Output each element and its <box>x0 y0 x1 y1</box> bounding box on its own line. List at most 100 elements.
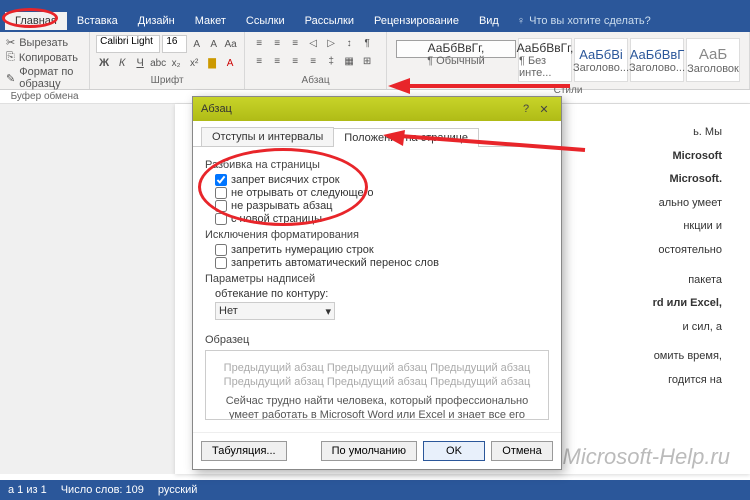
doc-text: остоятельно <box>653 242 722 260</box>
shrink-font-icon[interactable]: A <box>206 36 221 52</box>
tab-layout[interactable]: Макет <box>185 12 236 30</box>
tab-insert[interactable]: Вставка <box>67 12 128 30</box>
doc-text: ь. Мы <box>653 124 722 142</box>
status-lang[interactable]: русский <box>158 484 197 496</box>
sample-mid: Сейчас трудно найти человека, который пр… <box>212 394 542 420</box>
section-pagination: Разбивка на страницы <box>205 159 549 171</box>
doc-text: ально умеет <box>653 195 722 213</box>
show-marks-icon[interactable]: ¶ <box>359 35 375 51</box>
style-name: Заголово... <box>629 62 685 74</box>
ok-button[interactable]: OK <box>423 441 485 461</box>
default-button[interactable]: По умолчанию <box>321 441 417 461</box>
font-name-select[interactable]: Calibri Light <box>96 35 160 53</box>
watermark: Microsoft-Help.ru <box>563 444 730 470</box>
line-spacing-icon[interactable]: ‡ <box>323 53 339 69</box>
style-heading2[interactable]: АаБбВвГЗаголово... <box>630 38 684 82</box>
align-right-icon[interactable]: ≡ <box>287 53 303 69</box>
check-widow-box[interactable] <box>215 174 227 186</box>
paragraph-dialog: Абзац ? ✕ Отступы и интервалы Положение … <box>192 96 562 470</box>
format-painter-button[interactable]: ✎Формат по образцу <box>6 65 83 91</box>
strike-icon[interactable]: abc <box>150 55 166 71</box>
sort-icon[interactable]: ↕ <box>341 35 357 51</box>
cut-button[interactable]: ✂Вырезать <box>6 35 83 50</box>
doc-text: Microsoft <box>653 148 722 166</box>
check-no-hyphen[interactable]: запретить автоматический перенос слов <box>215 257 549 269</box>
check-label: не отрывать от следующего <box>231 187 373 199</box>
ribbon-tabs: Главная Вставка Дизайн Макет Ссылки Расс… <box>0 10 750 32</box>
copy-button[interactable]: ⎘Копировать <box>6 50 83 65</box>
indent-inc-icon[interactable]: ▷ <box>323 35 339 51</box>
style-normal[interactable]: АаБбВвГг,¶ Обычный <box>396 40 516 58</box>
tabs-button[interactable]: Табуляция... <box>201 441 287 461</box>
style-preview: АаБбВі <box>579 47 623 62</box>
check-keep-next[interactable]: не отрывать от следующего <box>215 187 549 199</box>
lightbulb-icon: ♀ <box>517 15 525 27</box>
copy-icon: ⎘ <box>6 51 15 64</box>
superscript-icon[interactable]: x² <box>186 55 202 71</box>
check-label: запрет висячих строк <box>231 174 340 186</box>
dialog-tabs: Отступы и интервалы Положение на страниц… <box>193 121 561 147</box>
section-formatting: Исключения форматирования <box>205 229 549 241</box>
check-label: запретить автоматический перенос слов <box>231 257 439 269</box>
tab-references[interactable]: Ссылки <box>236 12 295 30</box>
subscript-icon[interactable]: x₂ <box>168 55 184 71</box>
chevron-down-icon: ▾ <box>325 305 331 318</box>
wrap-value: Нет <box>219 305 238 317</box>
check-keep-lines[interactable]: не разрывать абзац <box>215 200 549 212</box>
style-preview: АаБбВвГ <box>630 47 685 62</box>
check-label: запретить нумерацию строк <box>231 244 374 256</box>
align-left-icon[interactable]: ≡ <box>251 53 267 69</box>
tab-mailings[interactable]: Рассылки <box>295 12 364 30</box>
tab-page-position[interactable]: Положение на странице <box>333 128 479 147</box>
help-icon[interactable]: ? <box>517 103 535 115</box>
shading-icon[interactable]: ▦ <box>341 53 357 69</box>
check-no-hyphen-box[interactable] <box>215 257 227 269</box>
check-suppress-num[interactable]: запретить нумерацию строк <box>215 244 549 256</box>
indent-dec-icon[interactable]: ◁ <box>305 35 321 51</box>
grow-font-icon[interactable]: A <box>189 36 204 52</box>
font-color-icon[interactable]: A <box>222 55 238 71</box>
check-widow[interactable]: запрет висячих строк <box>215 174 549 186</box>
cancel-button[interactable]: Отмена <box>491 441 553 461</box>
style-heading1[interactable]: АаБбВіЗаголово... <box>574 38 628 82</box>
align-center-icon[interactable]: ≡ <box>269 53 285 69</box>
font-size-select[interactable]: 16 <box>162 35 187 53</box>
wrap-label: обтекание по контуру: <box>215 288 549 300</box>
bold-icon[interactable]: Ж <box>96 55 112 71</box>
wrap-select[interactable]: Нет ▾ <box>215 302 335 320</box>
multilevel-icon[interactable]: ≡ <box>287 35 303 51</box>
tell-me-search[interactable]: ♀ Что вы хотите сделать? <box>517 15 651 27</box>
tab-design[interactable]: Дизайн <box>128 12 185 30</box>
doc-text: пакета <box>653 272 722 290</box>
section-textbox: Параметры надписей <box>205 273 549 285</box>
style-no-spacing[interactable]: АаБбВвГг,¶ Без инте... <box>518 38 572 82</box>
clipboard-group-label: Буфер обмена <box>6 91 83 102</box>
underline-icon[interactable]: Ч <box>132 55 148 71</box>
numbering-icon[interactable]: ≡ <box>269 35 285 51</box>
justify-icon[interactable]: ≡ <box>305 53 321 69</box>
close-icon[interactable]: ✕ <box>535 103 553 116</box>
brush-icon: ✎ <box>6 72 15 85</box>
change-case-icon[interactable]: Aa <box>223 36 238 52</box>
tab-review[interactable]: Рецензирование <box>364 12 469 30</box>
check-suppress-num-box[interactable] <box>215 244 227 256</box>
status-page[interactable]: а 1 из 1 <box>8 484 47 496</box>
tab-view[interactable]: Вид <box>469 12 509 30</box>
italic-icon[interactable]: К <box>114 55 130 71</box>
tab-home[interactable]: Главная <box>5 12 67 30</box>
tab-indents[interactable]: Отступы и интервалы <box>201 127 334 146</box>
status-words[interactable]: Число слов: 109 <box>61 484 144 496</box>
group-paragraph: ≡ ≡ ≡ ◁ ▷ ↕ ¶ ≡ ≡ ≡ ≡ ‡ ▦ ⊞ Абзац <box>245 32 387 89</box>
check-keep-lines-box[interactable] <box>215 200 227 212</box>
style-name: ¶ Без инте... <box>519 55 571 79</box>
style-title[interactable]: АаБЗаголовок <box>686 38 740 82</box>
bullets-icon[interactable]: ≡ <box>251 35 267 51</box>
check-page-break-box[interactable] <box>215 213 227 225</box>
borders-icon[interactable]: ⊞ <box>359 53 375 69</box>
cut-label: Вырезать <box>19 37 68 49</box>
highlight-icon[interactable]: ▇ <box>204 55 220 71</box>
check-page-break[interactable]: с новой страницы <box>215 213 549 225</box>
dialog-titlebar[interactable]: Абзац ? ✕ <box>193 97 561 121</box>
check-keep-next-box[interactable] <box>215 187 227 199</box>
doc-text: годится на <box>653 372 722 390</box>
